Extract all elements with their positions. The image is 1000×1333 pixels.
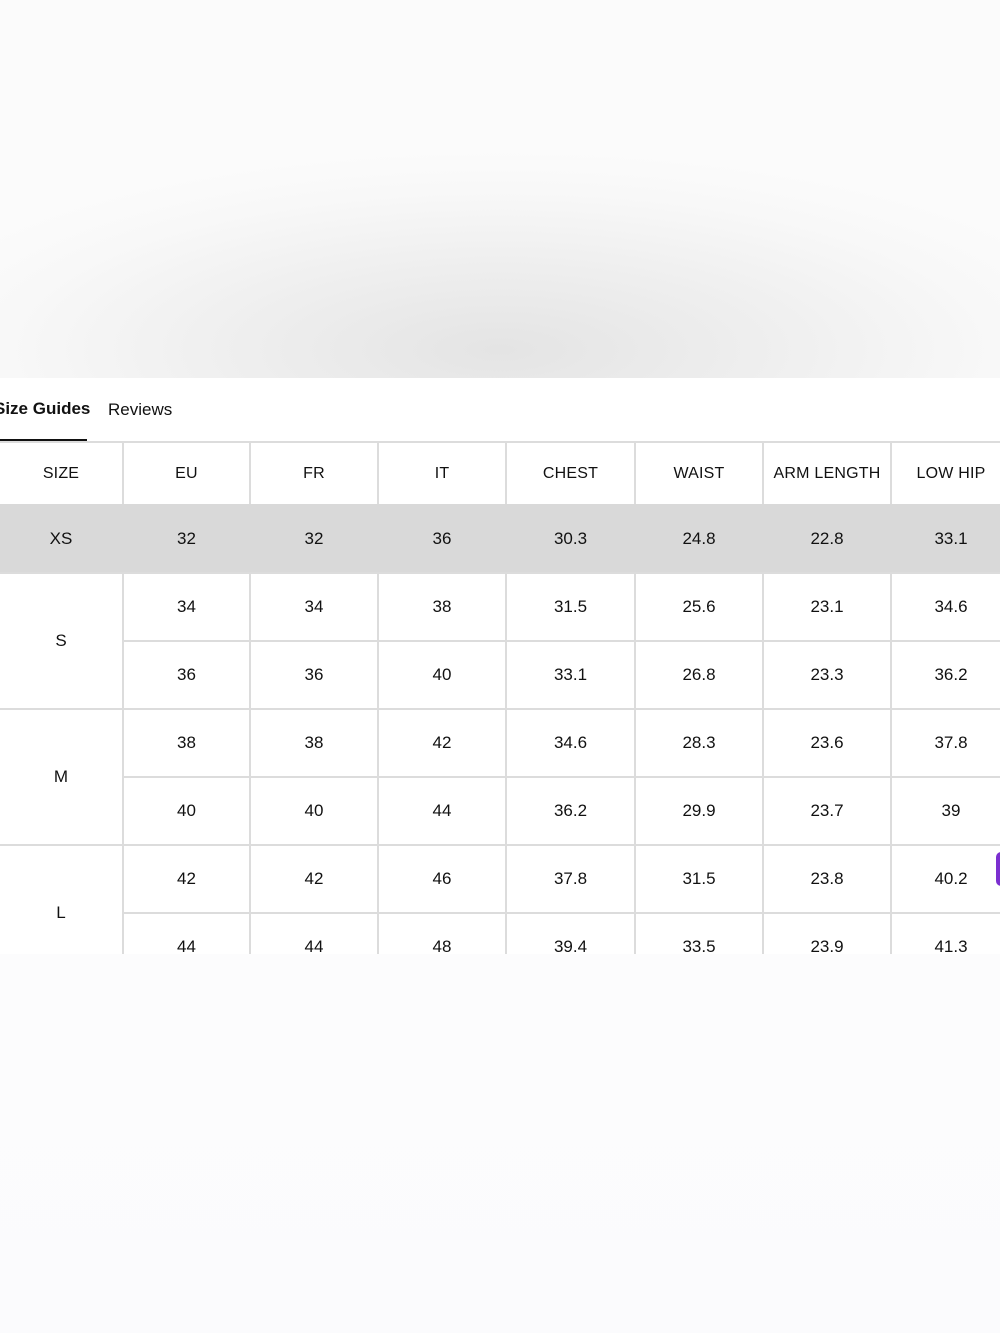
header-size: SIZE (0, 441, 122, 504)
arm-length-cell: 23.3 (762, 640, 890, 708)
size-label-cell: M (0, 708, 122, 844)
eu-cell: 44 (122, 912, 249, 954)
chest-cell: 34.6 (505, 708, 634, 776)
tab-bar: Size Guides Reviews (0, 378, 1000, 442)
low-hip-cell: 39 (890, 776, 1000, 844)
low-hip-cell: 37.8 (890, 708, 1000, 776)
header-eu: EU (122, 441, 249, 504)
blurred-backdrop-top (0, 0, 1000, 378)
header-it: IT (377, 441, 505, 504)
tab-reviews[interactable]: Reviews (108, 399, 172, 421)
arm-length-cell: 23.8 (762, 844, 890, 912)
it-cell: 48 (377, 912, 505, 954)
header-low-hip: LOW HIP (890, 441, 1000, 504)
fr-cell: 32 (249, 504, 377, 572)
chest-cell: 30.3 (505, 504, 634, 572)
waist-cell: 25.6 (634, 572, 762, 640)
arm-length-cell: 22.8 (762, 504, 890, 572)
low-hip-cell: 34.6 (890, 572, 1000, 640)
it-cell: 42 (377, 708, 505, 776)
it-cell: 46 (377, 844, 505, 912)
eu-cell: 38 (122, 708, 249, 776)
chest-cell: 36.2 (505, 776, 634, 844)
fr-cell: 34 (249, 572, 377, 640)
arm-length-cell: 23.6 (762, 708, 890, 776)
size-guide-panel: Size Guides Reviews SIZE EU FR IT CHEST WAIST… (0, 378, 1000, 954)
tab-size-guides[interactable]: Size Guides (0, 398, 90, 420)
eu-cell: 32 (122, 504, 249, 572)
size-label-cell: S (0, 572, 122, 708)
arm-length-cell: 23.1 (762, 572, 890, 640)
waist-cell: 29.9 (634, 776, 762, 844)
fr-cell: 36 (249, 640, 377, 708)
blurred-backdrop-bottom (0, 954, 1000, 1333)
fr-cell: 38 (249, 708, 377, 776)
waist-cell: 31.5 (634, 844, 762, 912)
header-arm-length: ARM LENGTH (762, 441, 890, 504)
header-chest: CHEST (505, 441, 634, 504)
size-label-cell: L (0, 844, 122, 954)
chat-bubble-edge[interactable] (996, 852, 1000, 886)
it-cell: 38 (377, 572, 505, 640)
eu-cell: 36 (122, 640, 249, 708)
waist-cell: 24.8 (634, 504, 762, 572)
fr-cell: 44 (249, 912, 377, 954)
chest-cell: 39.4 (505, 912, 634, 954)
header-fr: FR (249, 441, 377, 504)
chest-cell: 37.8 (505, 844, 634, 912)
it-cell: 40 (377, 640, 505, 708)
chest-cell: 31.5 (505, 572, 634, 640)
fr-cell: 42 (249, 844, 377, 912)
arm-length-cell: 23.9 (762, 912, 890, 954)
header-waist: WAIST (634, 441, 762, 504)
size-label-cell: XS (0, 504, 122, 572)
fr-cell: 40 (249, 776, 377, 844)
eu-cell: 40 (122, 776, 249, 844)
low-hip-cell: 40.2 (890, 844, 1000, 912)
low-hip-cell: 33.1 (890, 504, 1000, 572)
low-hip-cell: 36.2 (890, 640, 1000, 708)
waist-cell: 33.5 (634, 912, 762, 954)
waist-cell: 26.8 (634, 640, 762, 708)
it-cell: 44 (377, 776, 505, 844)
eu-cell: 34 (122, 572, 249, 640)
it-cell: 36 (377, 504, 505, 572)
eu-cell: 42 (122, 844, 249, 912)
chest-cell: 33.1 (505, 640, 634, 708)
arm-length-cell: 23.7 (762, 776, 890, 844)
waist-cell: 28.3 (634, 708, 762, 776)
low-hip-cell: 41.3 (890, 912, 1000, 954)
